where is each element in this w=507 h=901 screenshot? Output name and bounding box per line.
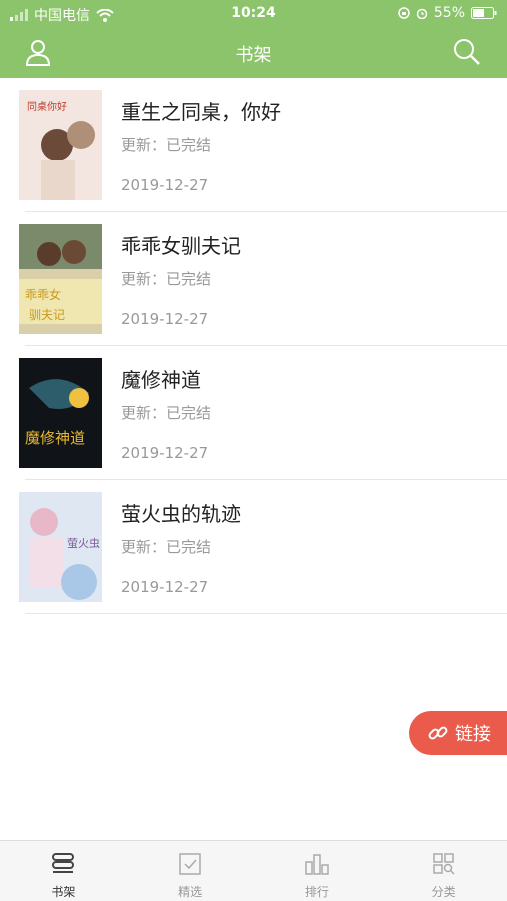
page-title: 书架 (235, 45, 272, 66)
tab-label: 排行 (304, 885, 329, 899)
link-icon (428, 726, 448, 740)
book-update: 更新：已完结 (121, 404, 212, 422)
status-bar: 中国电信 10:24 55% (0, 0, 507, 28)
link-label: 链接 (455, 724, 491, 745)
book-title: 重生之同桌，你好 (121, 100, 281, 124)
tab-label: 书架 (51, 885, 76, 899)
tab-bookshelf[interactable]: 书架 (0, 841, 127, 901)
tab-ranking[interactable]: 排行 (254, 841, 381, 901)
book-date: 2019-12-27 (121, 578, 209, 596)
book-title: 乖乖女驯夫记 (121, 234, 241, 258)
book-cover: 同桌你好 (19, 90, 102, 200)
book-item[interactable]: 萤火虫 萤火虫的轨迹 更新：已完结 2019-12-27 (0, 480, 507, 614)
divider (25, 613, 507, 614)
tab-label: 精选 (178, 885, 203, 899)
book-cover: 乖乖女 驯夫记 (19, 224, 102, 334)
battery-icon (471, 7, 497, 19)
bar-chart-icon (305, 854, 329, 875)
nav-bar: 书架 (0, 28, 507, 78)
svg-text:驯夫记: 驯夫记 (29, 308, 65, 322)
book-list: 同桌你好 重生之同桌，你好 更新：已完结 2019-12-27 乖乖女 驯夫记 … (0, 78, 507, 614)
book-item[interactable]: 魔修神道 魔修神道 更新：已完结 2019-12-27 (0, 346, 507, 480)
book-date: 2019-12-27 (121, 176, 209, 194)
svg-text:萤火虫: 萤火虫 (67, 537, 100, 550)
svg-text:同桌你好: 同桌你好 (27, 100, 67, 113)
search-button[interactable] (453, 38, 483, 68)
book-update: 更新：已完结 (121, 136, 212, 154)
tab-category[interactable]: 分类 (380, 841, 507, 901)
svg-text:乖乖女: 乖乖女 (25, 287, 61, 302)
book-cover: 魔修神道 (19, 358, 102, 468)
book-title: 魔修神道 (121, 368, 201, 392)
book-item[interactable]: 乖乖女 驯夫记 乖乖女驯夫记 更新：已完结 2019-12-27 (0, 212, 507, 346)
tab-bar: 书架 精选 排行 分类 (0, 840, 507, 901)
bookshelf-icon (52, 853, 75, 873)
lock-rotation-icon (398, 7, 410, 19)
checkbox-icon (179, 853, 201, 875)
book-cover: 萤火虫 (19, 492, 102, 602)
grid-search-icon (432, 853, 455, 875)
book-update: 更新：已完结 (121, 538, 212, 556)
battery-label: 55% (433, 5, 465, 21)
book-item[interactable]: 同桌你好 重生之同桌，你好 更新：已完结 2019-12-27 (0, 78, 507, 212)
book-date: 2019-12-27 (121, 444, 209, 462)
book-update: 更新：已完结 (121, 270, 212, 288)
tab-label: 分类 (431, 885, 456, 899)
book-title: 萤火虫的轨迹 (121, 502, 241, 526)
svg-text:魔修神道: 魔修神道 (25, 429, 85, 447)
book-date: 2019-12-27 (121, 310, 209, 328)
search-icon (454, 39, 480, 65)
link-button[interactable]: 链接 (409, 711, 507, 755)
alarm-icon (416, 8, 428, 19)
tab-featured[interactable]: 精选 (127, 841, 254, 901)
status-right: 55% (398, 5, 497, 21)
